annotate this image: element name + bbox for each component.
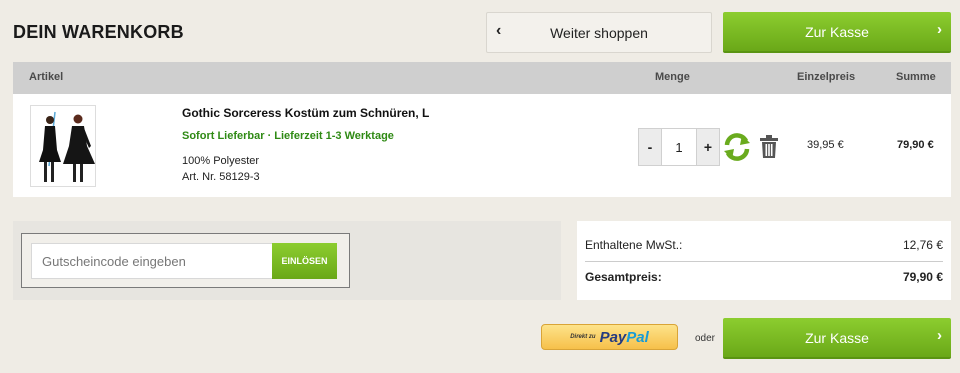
article-number: Art. Nr. 58129-3	[182, 171, 260, 183]
chevron-left-icon: ‹	[496, 22, 502, 39]
availability-status: Sofort Lieferbar · Lieferzeit 1-3 Werkta…	[182, 130, 394, 142]
quantity-increase-button[interactable]: +	[696, 128, 720, 166]
cart-table-header: Artikel Menge Einzelpreis Summe	[13, 62, 951, 94]
unit-price: 39,95 €	[807, 139, 844, 151]
col-unit-price: Einzelpreis	[797, 71, 856, 83]
total-value: 79,90 €	[902, 270, 943, 284]
redeem-coupon-button[interactable]: EINLÖSEN	[272, 243, 337, 279]
chevron-right-icon: ›	[937, 327, 942, 344]
product-image[interactable]	[30, 105, 96, 187]
paypal-prefix: Direkt zu	[570, 334, 596, 340]
paypal-logo-pay: Pay	[599, 328, 627, 346]
refresh-icon[interactable]	[721, 131, 753, 163]
checkout-label: Zur Kasse	[805, 23, 869, 40]
continue-shopping-button[interactable]: ‹ Weiter shoppen	[486, 12, 712, 53]
cart-item-row: Gothic Sorceress Kostüm zum Schnüren, L …	[13, 94, 951, 197]
paypal-button[interactable]: Direkt zu Pay Pal	[541, 324, 678, 350]
or-label: oder	[695, 333, 716, 344]
vat-value: 12,76 €	[902, 238, 943, 252]
continue-shopping-label: Weiter shoppen	[550, 24, 648, 41]
col-quantity: Menge	[655, 71, 690, 83]
quantity-input[interactable]: 1	[662, 128, 696, 166]
totals-panel: Enthaltene MwSt.: 12,76 € Gesamtpreis: 7…	[577, 221, 951, 300]
coupon-panel: Gutscheincode eingeben EINLÖSEN	[13, 221, 561, 300]
checkout-label: Zur Kasse	[805, 329, 869, 346]
quantity-decrease-button[interactable]: -	[638, 128, 662, 166]
checkout-button-bottom[interactable]: Zur Kasse ›	[723, 318, 951, 359]
vat-label: Enthaltene MwSt.:	[585, 238, 683, 252]
checkout-button-top[interactable]: Zur Kasse ›	[723, 12, 951, 53]
col-article: Artikel	[29, 71, 64, 83]
coupon-code-input[interactable]: Gutscheincode eingeben	[31, 243, 273, 279]
row-total: 79,90 €	[897, 139, 934, 151]
col-sum: Summe	[896, 71, 936, 83]
coupon-form: Gutscheincode eingeben EINLÖSEN	[21, 233, 350, 288]
chevron-right-icon: ›	[937, 21, 942, 38]
trash-icon[interactable]	[759, 135, 779, 159]
product-material: 100% Polyester	[182, 155, 260, 167]
page-title: DEIN WARENKORB	[13, 22, 184, 42]
paypal-logo-pal: Pal	[626, 328, 649, 346]
total-label: Gesamtpreis:	[585, 270, 662, 284]
totals-divider	[585, 261, 943, 262]
product-name[interactable]: Gothic Sorceress Kostüm zum Schnüren, L	[182, 106, 429, 120]
quantity-stepper: - 1 +	[638, 128, 720, 166]
